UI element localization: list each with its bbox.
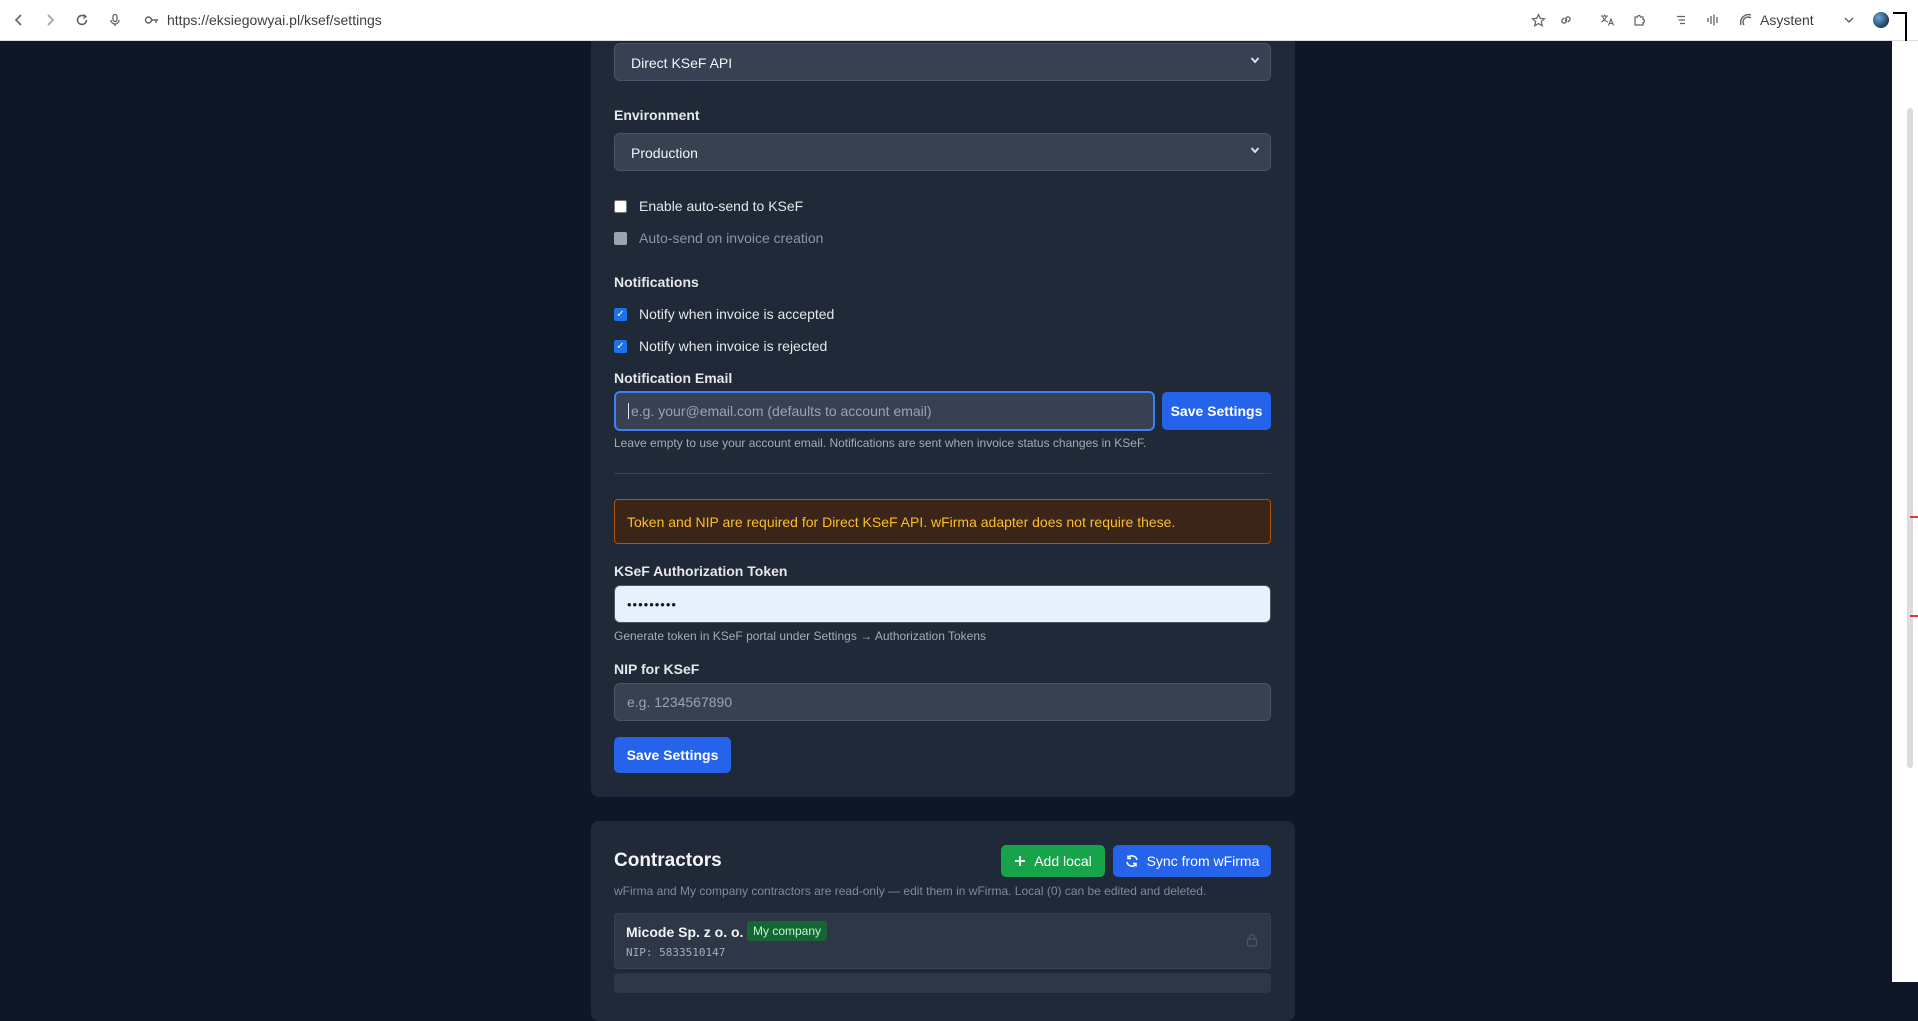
notify-accepted-label: Notify when invoice is accepted: [639, 306, 835, 322]
browser-toolbar: https://eksiegowyai.pl/ksef/settings Asy…: [0, 0, 1918, 50]
notify-accepted-checkbox[interactable]: ✓: [614, 307, 627, 321]
token-help: Generate token in KSeF portal under Sett…: [614, 629, 986, 643]
token-input[interactable]: •••••••••: [614, 585, 1271, 623]
profile-avatar[interactable]: [1873, 12, 1889, 28]
notification-email-input[interactable]: e.g. your@email.com (defaults to account…: [614, 391, 1155, 431]
nip-placeholder: e.g. 1234567890: [627, 694, 733, 710]
scroll-marker: [1910, 516, 1918, 518]
notify-rejected-label: Notify when invoice is rejected: [639, 338, 828, 354]
reading-list-icon[interactable]: [1672, 11, 1690, 29]
reload-icon[interactable]: [73, 11, 91, 29]
token-label: KSeF Authorization Token: [614, 563, 788, 579]
contractors-help: wFirma and My company contractors are re…: [614, 884, 1207, 898]
save-settings-button[interactable]: Save Settings: [1162, 392, 1271, 430]
auto-send-checkbox[interactable]: [614, 199, 627, 213]
auto-send-row: Enable auto-send to KSeF: [614, 198, 803, 214]
save-settings-bottom-button[interactable]: Save Settings: [614, 737, 731, 773]
contractor-name: Micode Sp. z o. o.: [626, 924, 744, 940]
token-value: •••••••••: [627, 596, 677, 612]
scrollbar-track[interactable]: [1892, 41, 1918, 982]
address-bar[interactable]: https://eksiegowyai.pl/ksef/settings: [167, 12, 382, 28]
environment-label: Environment: [614, 107, 700, 123]
notification-email-label: Notification Email: [614, 370, 733, 386]
chevron-down-icon[interactable]: [1840, 11, 1858, 29]
auto-send-on-create-checkbox[interactable]: [614, 231, 627, 245]
site-info-icon[interactable]: [143, 11, 161, 29]
my-company-badge: My company: [747, 921, 828, 941]
contractor-row[interactable]: Micode Sp. z o. o. My company NIP: 58335…: [614, 913, 1271, 969]
assistant-icon[interactable]: [1737, 11, 1755, 29]
assistant-label[interactable]: Asystent: [1760, 12, 1814, 28]
bookmark-star-icon[interactable]: [1529, 11, 1547, 29]
nip-label: NIP for KSeF: [614, 661, 700, 677]
scrollbar-thumb[interactable]: [1907, 108, 1913, 768]
sync-wfirma-label: Sync from wFirma: [1146, 853, 1260, 869]
notify-rejected-checkbox[interactable]: ✓: [614, 339, 627, 353]
adapter-select-value: Direct KSeF API: [631, 55, 733, 71]
forward-icon[interactable]: [41, 11, 59, 29]
lock-icon: [1246, 933, 1258, 952]
environment-select[interactable]: Production: [614, 133, 1271, 171]
link-icon[interactable]: [1557, 11, 1575, 29]
sync-wfirma-button[interactable]: Sync from wFirma: [1113, 845, 1271, 877]
nip-input[interactable]: e.g. 1234567890: [614, 683, 1271, 721]
text-cursor: [628, 403, 629, 419]
section-divider: [614, 473, 1271, 474]
auto-send-label: Enable auto-send to KSeF: [639, 198, 804, 214]
notify-accepted-row: ✓ Notify when invoice is accepted: [614, 306, 834, 322]
scroll-marker: [1910, 615, 1918, 617]
auto-send-on-create-row: Auto-send on invoice creation: [614, 230, 823, 246]
microphone-icon[interactable]: [106, 11, 124, 29]
add-local-label: Add local: [1034, 853, 1092, 869]
token-warning-alert: Token and NIP are required for Direct KS…: [614, 499, 1271, 544]
notify-rejected-row: ✓ Notify when invoice is rejected: [614, 338, 827, 354]
contractor-row[interactable]: [614, 973, 1271, 993]
environment-select-value: Production: [631, 145, 698, 161]
plus-icon: [1014, 855, 1026, 867]
extensions-icon[interactable]: [1630, 11, 1648, 29]
notification-email-help: Leave empty to use your account email. N…: [614, 436, 1147, 450]
adapter-select[interactable]: Direct KSeF API: [614, 43, 1271, 81]
back-icon[interactable]: [10, 11, 28, 29]
add-local-button[interactable]: Add local: [1001, 845, 1105, 877]
notifications-heading: Notifications: [614, 274, 699, 290]
audio-wave-icon[interactable]: [1704, 11, 1722, 29]
sync-icon: [1125, 854, 1139, 868]
chevron-down-icon: [1250, 54, 1260, 68]
chevron-down-icon: [1250, 144, 1260, 158]
token-warning-text: Token and NIP are required for Direct KS…: [627, 513, 1176, 530]
notification-email-placeholder: e.g. your@email.com (defaults to account…: [631, 403, 932, 419]
auto-send-on-create-label: Auto-send on invoice creation: [639, 230, 824, 246]
translate-icon[interactable]: [1598, 11, 1616, 29]
contractor-nip: NIP: 5833510147: [626, 946, 726, 959]
contractors-heading: Contractors: [614, 850, 722, 871]
